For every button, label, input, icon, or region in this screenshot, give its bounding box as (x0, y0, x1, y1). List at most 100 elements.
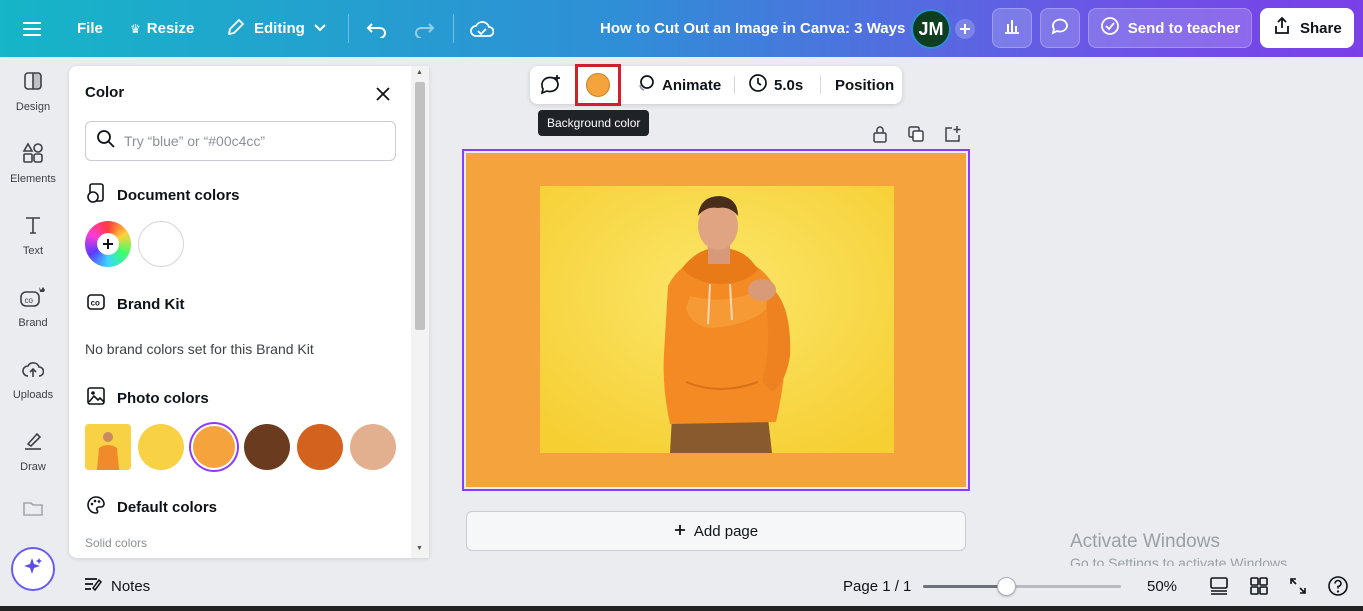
zoom-slider[interactable] (923, 577, 1121, 596)
page-indicator[interactable]: Page 1 / 1 (843, 566, 911, 606)
bottom-bar: Notes Page 1 / 1 50% (66, 566, 1363, 606)
image-icon (85, 385, 107, 411)
rail-item-projects[interactable] (0, 489, 66, 529)
animate-button[interactable]: Animate (636, 66, 721, 104)
sparkle-icon (22, 556, 44, 583)
add-color-button[interactable] (85, 221, 131, 267)
pencil-icon (226, 17, 246, 41)
photo-thumbnail[interactable] (85, 424, 131, 470)
zoom-level[interactable]: 50% (1147, 566, 1177, 606)
photo-color-swatch[interactable] (350, 424, 396, 470)
help-icon[interactable] (1327, 566, 1349, 606)
svg-text:co: co (25, 296, 34, 305)
zoom-slider-thumb[interactable] (997, 577, 1017, 596)
color-search-input[interactable] (124, 133, 384, 149)
pages-grid-icon[interactable] (1250, 566, 1268, 606)
scrollbar-thumb[interactable] (415, 82, 425, 330)
taskbar-edge (0, 606, 1363, 611)
notes-label: Notes (111, 577, 151, 595)
rail-label: Design (15, 100, 51, 113)
insights-button[interactable] (992, 8, 1032, 48)
brand-kit-icon: co (85, 291, 107, 317)
color-search (85, 121, 396, 161)
folder-icon (22, 499, 44, 520)
add-comment-icon[interactable] (539, 66, 563, 104)
background-color-tooltip: Background color (538, 110, 650, 136)
document-title[interactable]: How to Cut Out an Image in Canva: 3 Ways (600, 0, 905, 57)
undo-icon[interactable] (366, 0, 388, 57)
add-page-icon[interactable] (942, 124, 962, 144)
panel-scrollbar[interactable]: ▲ ▼ (411, 66, 429, 558)
rail-item-brand[interactable]: co Brand (0, 273, 66, 341)
default-colors-label: Default colors (117, 498, 218, 516)
photo-element[interactable] (540, 186, 894, 453)
palette-doc-icon (85, 182, 107, 208)
duration-label: 5.0s (774, 76, 804, 94)
rail-item-design[interactable]: Design (0, 57, 66, 125)
design-page[interactable] (466, 153, 966, 487)
redo-icon[interactable] (413, 0, 435, 57)
document-color-swatch[interactable] (138, 221, 184, 267)
divider (734, 76, 735, 94)
rail-item-draw[interactable]: Draw (0, 417, 66, 485)
divider (453, 14, 454, 43)
editing-mode-button[interactable]: Editing (226, 0, 327, 57)
photo-color-swatch[interactable] (244, 424, 290, 470)
rail-item-uploads[interactable]: Uploads (0, 345, 66, 413)
brand-icon: co (19, 286, 47, 311)
draw-icon (22, 430, 44, 455)
photo-colors-label: Photo colors (117, 389, 209, 407)
scroll-down-icon[interactable]: ▼ (416, 545, 423, 552)
magic-assistant-button[interactable] (11, 547, 55, 591)
clock-icon (748, 73, 768, 97)
menu-icon[interactable] (22, 0, 44, 57)
share-label: Share (1300, 19, 1342, 37)
design-icon (22, 70, 44, 95)
background-color-button[interactable] (575, 64, 621, 106)
lock-icon[interactable] (870, 124, 890, 144)
elements-icon (22, 141, 44, 167)
cloud-saved-icon[interactable] (470, 0, 494, 57)
brand-kit-heading: co Brand Kit (85, 291, 185, 317)
bar-chart-icon (1002, 16, 1022, 41)
file-menu[interactable]: File (77, 0, 103, 57)
photo-color-swatch[interactable] (138, 424, 184, 470)
animate-label: Animate (662, 76, 722, 94)
rail-label: Draw (20, 460, 46, 473)
photo-color-swatch-selected[interactable] (193, 426, 235, 468)
text-icon (22, 214, 44, 239)
editing-label: Editing (254, 20, 305, 37)
crown-icon: ♛ (130, 21, 141, 36)
selected-page-frame[interactable] (462, 149, 970, 491)
position-button[interactable]: Position (835, 66, 894, 104)
send-to-teacher-button[interactable]: Send to teacher (1088, 8, 1252, 48)
plus-icon (97, 233, 119, 255)
document-colors-label: Document colors (117, 186, 240, 204)
resize-button[interactable]: ♛ Resize (130, 0, 194, 57)
document-colors-heading: Document colors (85, 182, 240, 208)
grid-view-icon[interactable] (1209, 566, 1229, 606)
resize-label: Resize (146, 20, 195, 37)
notes-button[interactable]: Notes (83, 566, 150, 606)
divider (348, 14, 349, 43)
scroll-up-icon[interactable]: ▲ (416, 69, 423, 76)
comments-button[interactable] (1040, 8, 1080, 48)
close-icon[interactable] (371, 82, 395, 106)
fullscreen-icon[interactable] (1289, 566, 1307, 606)
duration-button[interactable]: 5.0s (748, 66, 803, 104)
background-color-swatch (586, 73, 610, 97)
avatar[interactable]: JM (911, 9, 951, 49)
photo-colors-heading: Photo colors (85, 385, 209, 411)
activation-watermark-title: Activate Windows (1070, 531, 1220, 552)
rail-item-text[interactable]: Text (0, 201, 66, 269)
photo-color-swatch[interactable] (297, 424, 343, 470)
rail-label: Text (22, 244, 44, 257)
side-rail: Design Elements Text co Brand Uploads Dr… (0, 57, 66, 611)
add-collaborator-icon[interactable] (954, 0, 976, 57)
duplicate-page-icon[interactable] (906, 124, 926, 144)
add-page-button[interactable]: Add page (466, 511, 966, 551)
share-button[interactable]: Share (1260, 8, 1354, 48)
notes-icon (83, 575, 103, 597)
comment-icon (1050, 16, 1070, 41)
rail-item-elements[interactable]: Elements (0, 129, 66, 197)
